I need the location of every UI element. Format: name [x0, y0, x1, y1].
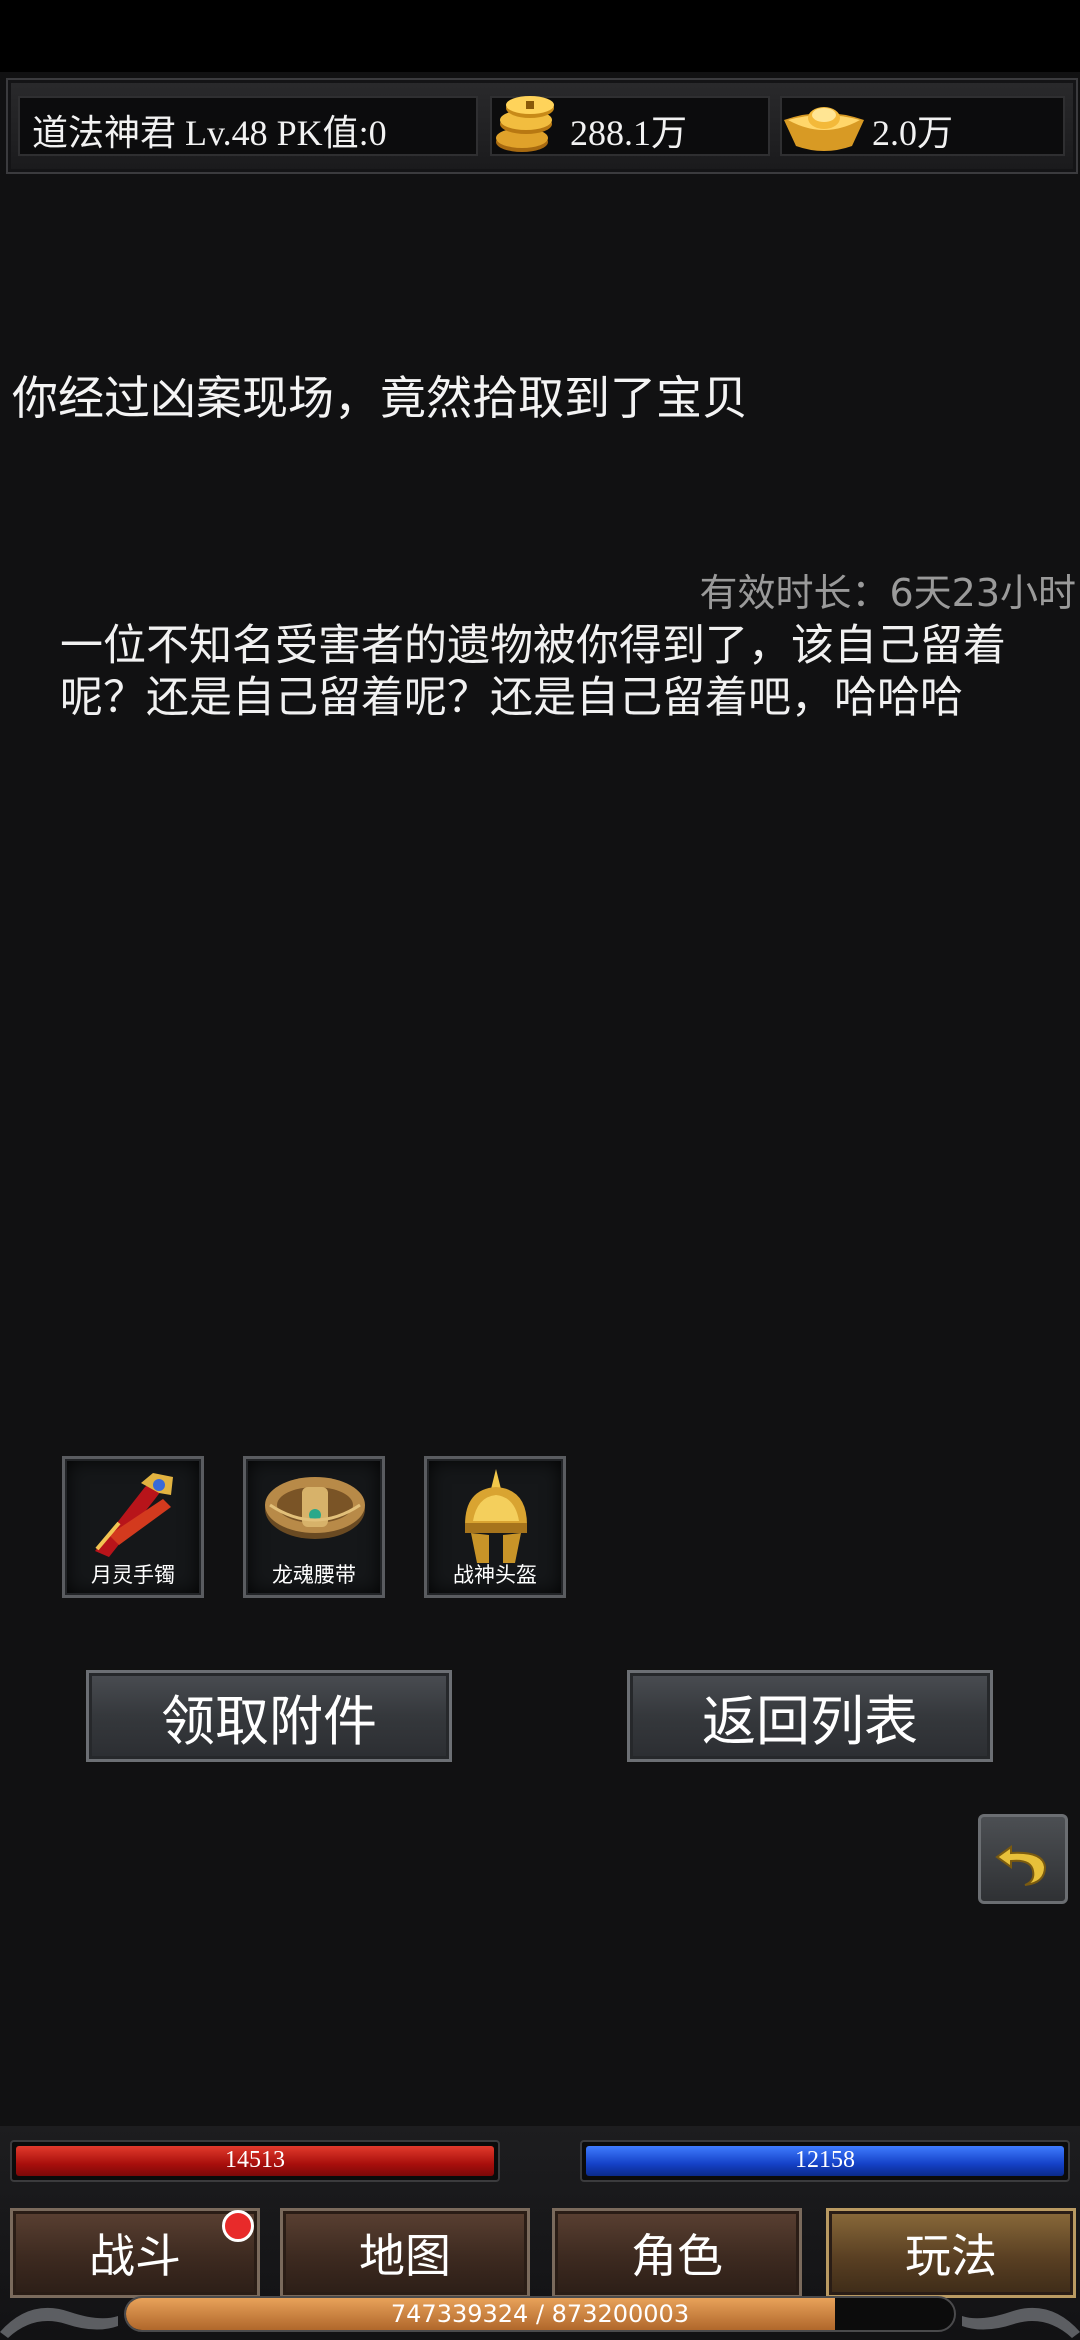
gold-box[interactable]: 288.1万: [490, 96, 770, 156]
player-header: 道法神君 Lv.48 PK值:0 288.1万 2.0万: [6, 78, 1078, 174]
attachment-name: 战神头盔: [453, 1563, 537, 1587]
claim-attachments-button[interactable]: 领取附件: [86, 1670, 452, 1762]
hp-value: 14513: [225, 2147, 285, 2173]
return-button[interactable]: [978, 1814, 1068, 1904]
attachment-slot-3[interactable]: 战神头盔: [424, 1456, 566, 1598]
attachment-slot-1[interactable]: 月灵手镯: [62, 1456, 204, 1598]
gold-ingot-icon: [784, 107, 864, 151]
status-bar-area: [0, 0, 1080, 72]
attachment-slot-2[interactable]: 龙魂腰带: [243, 1456, 385, 1598]
tab-character[interactable]: 角色: [552, 2208, 802, 2298]
mail-validity: 有效时长：6天23小时: [699, 571, 1076, 615]
player-info: 道法神君 Lv.48 PK值:0: [32, 113, 387, 153]
player-info-box: 道法神君 Lv.48 PK值:0: [18, 96, 478, 156]
mail-body: 一位不知名受害者的遗物被你得到了，该自己留着呢？还是自己留着呢？还是自己留着吧，…: [60, 621, 1006, 723]
notification-badge: [222, 2210, 254, 2242]
exp-value: 747339324 / 873200003: [390, 2300, 690, 2328]
attachment-name: 月灵手镯: [91, 1563, 175, 1587]
gold-coin-icon: [496, 96, 554, 152]
back-to-list-button[interactable]: 返回列表: [627, 1670, 993, 1762]
helmet-icon: [465, 1469, 527, 1563]
attachment-name: 龙魂腰带: [272, 1563, 356, 1587]
dragon-ornament-right: [962, 2307, 1080, 2338]
mail-subject: 你经过凶案现场，竟然拾取到了宝贝: [12, 371, 748, 425]
dragon-ornament-left: [0, 2307, 118, 2338]
ingot-box[interactable]: 2.0万: [780, 96, 1065, 156]
return-arrow-icon: [995, 1845, 1047, 1886]
mp-value: 12158: [795, 2147, 855, 2173]
exp-bar: 747339324 / 873200003: [124, 2296, 956, 2332]
mail-detail-screen: 道法神君 Lv.48 PK值:0 288.1万 2.0万 你经过凶案现场，竟然拾…: [0, 0, 1080, 2340]
tab-gameplay[interactable]: 玩法: [826, 2208, 1076, 2298]
belt-icon: [265, 1477, 365, 1539]
bracelet-icon: [95, 1473, 173, 1557]
gold-amount: 288.1万: [570, 113, 688, 153]
ingot-amount: 2.0万: [872, 113, 954, 153]
tab-map[interactable]: 地图: [280, 2208, 530, 2298]
mp-bar: 12158: [580, 2140, 1070, 2182]
hp-bar: 14513: [10, 2140, 500, 2182]
